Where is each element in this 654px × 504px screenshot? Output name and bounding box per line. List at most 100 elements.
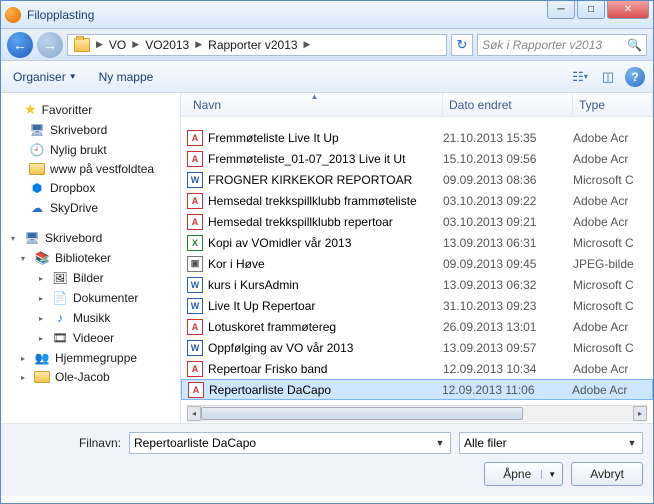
sidebar-item-dokumenter[interactable]: ▸📄Dokumenter: [3, 288, 178, 308]
pictures-icon: 🖼: [52, 270, 68, 286]
table-row[interactable]: Wkurs i KursAdmin13.09.2013 06:32Microso…: [181, 274, 653, 295]
table-row[interactable]: ▣Kor i Høve09.09.2013 09:45JPEG-bilde: [181, 253, 653, 274]
sidebar-item-videoer[interactable]: ▸🎞Videoer: [3, 328, 178, 348]
open-button[interactable]: Åpne▼: [484, 462, 563, 486]
maximize-button[interactable]: □: [577, 1, 605, 19]
table-row[interactable]: WFROGNER KIRKEKOR REPORTOAR09.09.2013 08…: [181, 169, 653, 190]
sidebar-favorites[interactable]: ★Favoritter: [3, 99, 178, 120]
file-list[interactable]: AFremmøteliste Live It Up21.10.2013 15:3…: [181, 117, 653, 403]
table-row[interactable]: ARepertoar Frisko band12.09.2013 10:34Ad…: [181, 358, 653, 379]
sidebar-user[interactable]: ▸Ole-Jacob: [3, 368, 178, 386]
breadcrumb[interactable]: ▶ VO ▶ VO2013 ▶ Rapporter v2013 ▶: [67, 34, 447, 56]
crumb-vo2013[interactable]: VO2013: [141, 35, 193, 55]
file-pane: ▲Navn Dato endret Type AFremmøteliste Li…: [181, 93, 653, 423]
file-type: Microsoft C: [573, 236, 653, 250]
search-input[interactable]: Søk i Rapporter v2013 🔍: [477, 34, 647, 56]
sidebar-homegroup[interactable]: ▸👥Hjemmegruppe: [3, 348, 178, 368]
file-name: Repertoarliste DaCapo: [209, 383, 331, 397]
file-name: Kor i Høve: [208, 257, 265, 271]
file-pdf-icon: A: [187, 151, 203, 167]
file-date: 12.09.2013 10:34: [443, 362, 573, 376]
sidebar-item-bilder[interactable]: ▸🖼Bilder: [3, 268, 178, 288]
help-button[interactable]: ?: [625, 67, 645, 87]
new-folder-button[interactable]: Ny mappe: [95, 68, 158, 86]
view-mode-button[interactable]: ☷ ▾: [569, 67, 591, 87]
scroll-left-button[interactable]: ◂: [187, 406, 201, 421]
sidebar-item-musikk[interactable]: ▸♪Musikk: [3, 308, 178, 328]
file-date: 15.10.2013 09:56: [443, 152, 573, 166]
table-row[interactable]: AFremmøteliste_01-07_2013 Live it Ut15.1…: [181, 148, 653, 169]
table-row[interactable]: [181, 117, 653, 127]
cloud-icon: ☁: [29, 200, 45, 216]
file-type: Adobe Acr: [573, 131, 653, 145]
file-name: Oppfølging av VO vår 2013: [208, 341, 353, 355]
file-type: Adobe Acr: [573, 215, 653, 229]
file-pdf-icon: A: [187, 319, 203, 335]
file-doc-icon: W: [187, 298, 203, 314]
column-headers: ▲Navn Dato endret Type: [181, 93, 653, 117]
back-button[interactable]: ←: [7, 32, 33, 58]
search-placeholder: Søk i Rapporter v2013: [482, 38, 602, 52]
file-dialog: Filopplasting ─ □ ✕ ← → ▶ VO ▶ VO2013 ▶ …: [0, 0, 654, 504]
organize-button[interactable]: Organiser▼: [9, 68, 81, 86]
table-row[interactable]: ALotuskoret frammøtereg26.09.2013 13:01A…: [181, 316, 653, 337]
chevron-down-icon: ▼: [432, 438, 448, 448]
crumb-rapporter[interactable]: Rapporter v2013: [204, 35, 301, 55]
file-date: 26.09.2013 13:01: [443, 320, 573, 334]
file-xls-icon: X: [187, 235, 203, 251]
desktop-icon: 🖥: [29, 122, 45, 138]
crumb-vo[interactable]: VO: [105, 35, 130, 55]
toolbar: Organiser▼ Ny mappe ☷ ▾ ◫ ?: [1, 61, 653, 93]
table-row[interactable]: AFremmøteliste Live It Up21.10.2013 15:3…: [181, 127, 653, 148]
column-name[interactable]: ▲Navn: [187, 93, 443, 116]
file-date: 12.09.2013 11:06: [442, 383, 572, 397]
close-button[interactable]: ✕: [607, 1, 649, 19]
file-date: 31.10.2013 09:23: [443, 299, 573, 313]
sidebar-item-dropbox[interactable]: ⬢Dropbox: [3, 178, 178, 198]
table-row[interactable]: A Hemsedal trekkspillklubb frammøteliste 0…: [181, 190, 653, 211]
file-type: Microsoft C: [573, 341, 653, 355]
file-name: Repertoar Frisko band: [208, 362, 327, 376]
file-date: 03.10.2013 09:22: [443, 194, 573, 208]
file-doc-icon: W: [187, 172, 203, 188]
sidebar-item-recent[interactable]: 🕘Nylig brukt: [3, 140, 178, 160]
videos-icon: 🎞: [52, 330, 68, 346]
preview-pane-button[interactable]: ◫: [597, 67, 619, 87]
cancel-button[interactable]: Avbryt: [571, 462, 643, 486]
folder-icon: [29, 163, 45, 175]
table-row[interactable]: XKopi av VOmidler vår 201313.09.2013 06:…: [181, 232, 653, 253]
navbar: ← → ▶ VO ▶ VO2013 ▶ Rapporter v2013 ▶ ↻ …: [1, 29, 653, 61]
scroll-right-button[interactable]: ▸: [633, 406, 647, 421]
table-row[interactable]: AHemsedal trekkspillklubb repertoar03.10…: [181, 211, 653, 232]
file-pdf-icon: A: [187, 193, 203, 209]
window-title: Filopplasting: [27, 8, 94, 22]
table-row[interactable]: W Live It Up Repertoar 31.10.2013 09:23Mic…: [181, 295, 653, 316]
homegroup-icon: 👥: [34, 350, 50, 366]
horizontal-scrollbar[interactable]: ◂ ▸: [187, 405, 647, 422]
scroll-thumb[interactable]: [201, 407, 523, 420]
file-type: Microsoft C: [573, 299, 653, 313]
file-pdf-icon: A: [188, 382, 204, 398]
column-type[interactable]: Type: [573, 93, 653, 116]
search-icon: 🔍: [627, 38, 642, 52]
table-row[interactable]: WOppfølging av VO vår 201313.09.2013 09:…: [181, 337, 653, 358]
table-row[interactable]: ARepertoarliste DaCapo12.09.2013 11:06Ad…: [181, 379, 653, 400]
forward-button[interactable]: →: [37, 32, 63, 58]
sidebar-item-skydrive[interactable]: ☁SkyDrive: [3, 198, 178, 218]
file-date: 09.09.2013 09:45: [443, 257, 573, 271]
recent-icon: 🕘: [29, 142, 45, 158]
sidebar-desktop[interactable]: ▾🖥Skrivebord: [3, 228, 178, 248]
sidebar-item-skrivebord[interactable]: 🖥Skrivebord: [3, 120, 178, 140]
file-pdf-icon: A: [187, 361, 203, 377]
file-name: Hemsedal trekkspillklubb frammøteliste: [208, 194, 417, 208]
filename-input[interactable]: Repertoarliste DaCapo ▼: [129, 432, 451, 454]
sidebar-item-www[interactable]: www på vestfoldtea: [3, 160, 178, 178]
file-name: Lotuskoret frammøtereg: [208, 320, 336, 334]
sidebar-libraries[interactable]: ▾📚Biblioteker: [3, 248, 178, 268]
minimize-button[interactable]: ─: [547, 1, 575, 19]
file-name: Live It Up Repertoar: [208, 299, 315, 313]
file-type-filter[interactable]: Alle filer ▼: [459, 432, 643, 454]
refresh-button[interactable]: ↻: [451, 34, 473, 56]
file-doc-icon: W: [187, 277, 203, 293]
column-date[interactable]: Dato endret: [443, 93, 573, 116]
